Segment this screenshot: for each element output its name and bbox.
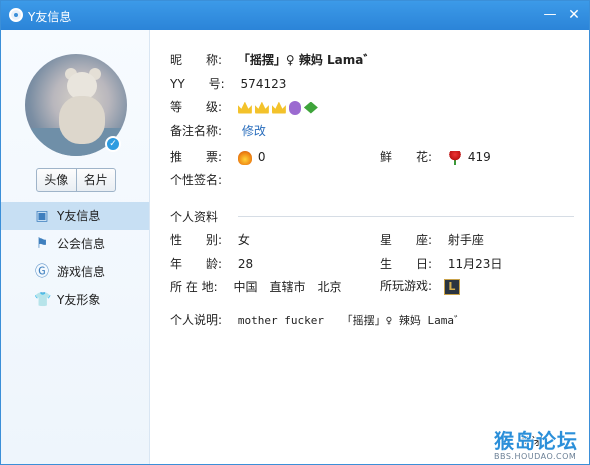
votes-label: 推 票: [170, 150, 223, 164]
section-title: 个人资料 [170, 210, 219, 224]
league-game-icon[interactable]: L [443, 278, 460, 295]
crown-icon [254, 101, 269, 114]
app-logo-icon [9, 8, 23, 22]
age-row: 年 龄: 28 [170, 255, 253, 273]
constellation-value: 射手座 [447, 233, 484, 247]
age-label: 年 龄: [170, 257, 223, 271]
avatar-card-buttons: 头像 名片 [36, 168, 116, 192]
moon-icon [288, 100, 301, 115]
birthday-value: 11月23日 [447, 257, 503, 271]
flowers-label: 鲜 花: [380, 150, 433, 164]
remark-label: 备注名称: [170, 124, 223, 138]
gender-row: 性 别: 女 [170, 231, 250, 249]
sidebar-item-game-info[interactable]: Ⓖ 游戏信息 [1, 258, 149, 286]
sidebar-item-label: 游戏信息 [57, 265, 106, 279]
votes-value: 0 [257, 150, 266, 164]
nickname-row: 昵 称: 「摇摆」♀ 辣妈 Lama゛ [170, 51, 375, 69]
profile-card-icon: ▣ [35, 208, 49, 224]
birthday-row: 生 日: 11月23日 [380, 255, 502, 273]
gender-value: 女 [237, 233, 250, 247]
watermark-logo-text: 猴岛论坛 [494, 429, 578, 453]
level-row: 等 级: [170, 98, 318, 116]
minimize-button[interactable]: — [539, 5, 561, 25]
leaf-icon [303, 101, 318, 114]
intro-value: mother fucker 「摇摆」♀ 辣妈 Lama゛ [237, 314, 465, 327]
crown-icon [237, 101, 252, 114]
birthday-label: 生 日: [380, 257, 433, 271]
vote-fire-icon[interactable] [237, 150, 252, 165]
rose-icon[interactable] [447, 150, 462, 165]
shirt-icon: 👕 [34, 292, 52, 308]
signature-label: 个性签名: [170, 173, 223, 187]
card-button[interactable]: 名片 [75, 169, 116, 191]
section-divider [238, 216, 574, 217]
avatar-button[interactable]: 头像 [37, 169, 76, 191]
forum-watermark: 猴岛论坛 BBS.HOUDAO.COM [494, 425, 586, 461]
game-g-icon: Ⓖ [35, 264, 49, 280]
constellation-label: 星 座: [380, 233, 433, 247]
title-bar[interactable]: Y友信息 — ✕ [1, 1, 589, 30]
flowers-row: 鲜 花: 419 [380, 148, 491, 166]
edit-remark-link[interactable]: 修改 [242, 124, 266, 138]
sidebar-item-guild-info[interactable]: ⚑ 公会信息 [1, 230, 149, 258]
sidebar-item-label: Y友形象 [57, 293, 101, 307]
avatar-bear-body [59, 96, 105, 144]
intro-row: 个人说明: mother fucker 「摇摆」♀ 辣妈 Lama゛ [170, 311, 465, 329]
yy-number-value: 574123 [240, 77, 287, 91]
flag-icon: ⚑ [35, 236, 49, 252]
gender-label: 性 别: [170, 233, 223, 247]
watermark-url: BBS.HOUDAO.COM [494, 452, 577, 461]
location-value: 中国 直辖市 北京 [233, 280, 342, 294]
level-label: 等 级: [170, 100, 223, 114]
sidebar-item-friend-image[interactable]: 👕 Y友形象 [1, 286, 149, 314]
nickname-value: 「摇摆」♀ 辣妈 Lama゛ [237, 53, 376, 67]
sidebar-item-friend-info[interactable]: ▣ Y友信息 [1, 202, 149, 230]
info-panel: 昵 称: 「摇摆」♀ 辣妈 Lama゛ YY 号: 574123 等 级: 备注… [150, 30, 589, 464]
verified-badge-icon: ✓ [105, 136, 121, 152]
sidebar: ✓ 头像 名片 ▣ Y友信息 ⚑ 公会信息 Ⓖ 游戏信息 👕 Y友形象 [1, 30, 150, 464]
level-icons[interactable] [237, 100, 318, 115]
remark-row: 备注名称: 修改 [170, 122, 266, 140]
signature-row: 个性签名: [170, 171, 228, 189]
yy-number-row: YY 号: 574123 [170, 75, 286, 93]
intro-label: 个人说明: [170, 313, 223, 327]
location-row: 所 在 地: 中国 直辖市 北京 [170, 278, 342, 296]
close-window-button[interactable]: ✕ [563, 5, 585, 25]
friend-info-window: Y友信息 — ✕ ✓ 头像 名片 ▣ Y友信息 ⚑ 公会信息 Ⓖ 游戏信息 👕 … [0, 0, 590, 465]
sidebar-item-label: Y友信息 [57, 209, 101, 223]
votes-row: 推 票: 0 [170, 148, 266, 166]
window-title: Y友信息 [28, 10, 72, 24]
games-row: 所玩游戏: L [380, 277, 460, 295]
sidebar-item-label: 公会信息 [57, 237, 106, 251]
age-value: 28 [237, 257, 254, 271]
location-label: 所 在 地: [170, 280, 218, 294]
yy-number-label: YY 号: [170, 77, 225, 91]
flowers-value: 419 [467, 150, 491, 164]
games-label: 所玩游戏: [380, 279, 433, 293]
sidebar-nav: ▣ Y友信息 ⚑ 公会信息 Ⓖ 游戏信息 👕 Y友形象 [1, 202, 149, 314]
nickname-label: 昵 称: [170, 53, 223, 67]
crown-icon [271, 101, 286, 114]
constellation-row: 星 座: 射手座 [380, 231, 484, 249]
